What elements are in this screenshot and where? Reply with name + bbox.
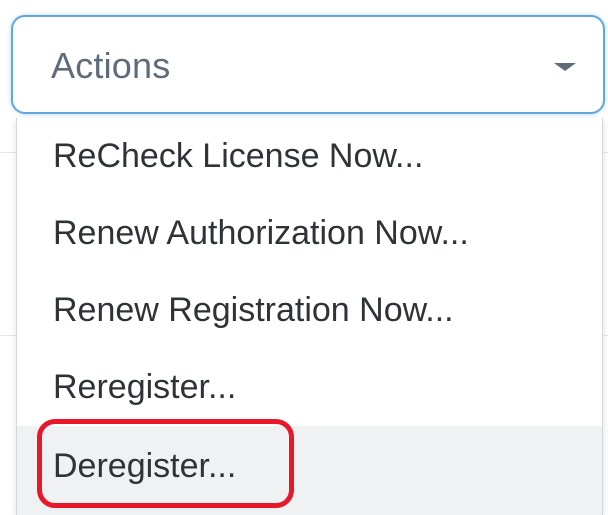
menu-item-label: Renew Registration Now... [53,291,454,329]
actions-menu: ReCheck License Now... Renew Authorizati… [16,118,603,515]
actions-dropdown[interactable]: Actions [11,15,605,114]
caret-down-icon [554,63,576,71]
menu-item-reregister[interactable]: Reregister... [17,349,602,426]
screenshot-stage: Actions ReCheck License Now... Renew Aut… [0,0,608,515]
menu-item-deregister[interactable]: Deregister... [17,426,602,515]
menu-item-renew-authorization[interactable]: Renew Authorization Now... [17,195,602,272]
menu-item-label: Reregister... [53,368,237,406]
menu-item-label: Deregister... [53,447,237,485]
menu-item-label: Renew Authorization Now... [53,214,469,252]
menu-item-label: ReCheck License Now... [53,137,424,175]
actions-dropdown-label: Actions [51,45,171,86]
menu-item-renew-registration[interactable]: Renew Registration Now... [17,272,602,349]
menu-item-recheck-license[interactable]: ReCheck License Now... [17,118,602,195]
